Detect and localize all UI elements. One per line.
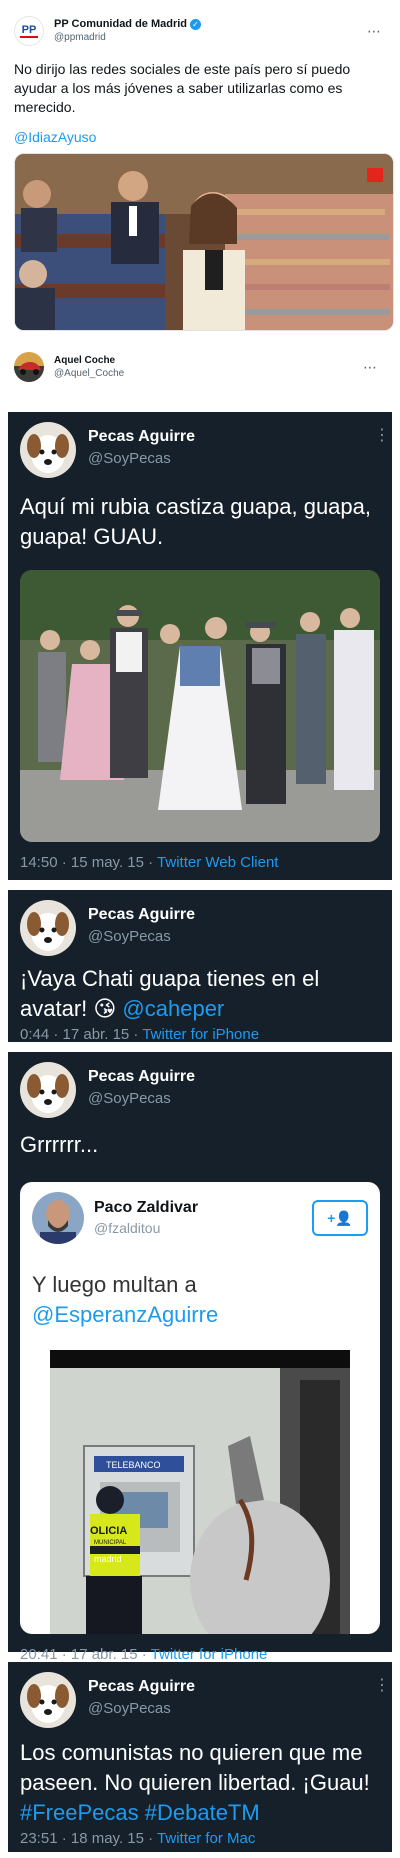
author-name[interactable]: Pecas Aguirre: [88, 1066, 195, 1088]
dog-avatar-image: [20, 1672, 76, 1728]
tweet-client-link[interactable]: Twitter for iPhone: [151, 1646, 268, 1663]
tweet-footer: 0:44 · 17 abr. 15 · Twitter for iPhone: [8, 1026, 392, 1043]
quoted-author-handle[interactable]: @fzalditou: [94, 1218, 198, 1238]
avatar[interactable]: [20, 422, 76, 478]
author-handle[interactable]: @SoyPecas: [88, 448, 195, 470]
crowd-photo: [20, 570, 380, 842]
tweet-footer: 20:41 · 17 abr. 15 · Twitter for iPhone: [8, 1646, 392, 1663]
tweet-timestamp[interactable]: 0:44 · 17 abr. 15 ·: [20, 1026, 142, 1043]
quoted-tweet[interactable]: Paco Zaldivar @fzalditou +👤 Y luego mult…: [20, 1182, 380, 1634]
avatar[interactable]: [20, 1672, 76, 1728]
quoted-tweet-text: Y luego multan a @EsperanzAguirre: [20, 1244, 380, 1330]
author-name-row: PP Comunidad de Madrid ✓: [54, 17, 202, 31]
author-handle[interactable]: @SoyPecas: [88, 1698, 195, 1720]
author-handle[interactable]: @SoyPecas: [88, 926, 195, 948]
tweet-timestamp[interactable]: 23:51 · 18 may. 15 ·: [20, 1830, 157, 1847]
avatar[interactable]: [20, 900, 76, 956]
author-handle[interactable]: @Aquel_Coche: [54, 367, 124, 380]
author-handle[interactable]: @ppmadrid: [54, 31, 201, 45]
top-tweet: PP PP Comunidad de Madrid ✓ @ppmadrid ⋯ …: [0, 0, 400, 331]
quoted-media-photo[interactable]: OLICIA MUNICIPAL madrid TELEBANCO: [50, 1350, 350, 1634]
author-name[interactable]: Pecas Aguirre: [88, 1676, 195, 1698]
tweet-client-link[interactable]: Twitter for iPhone: [142, 1026, 259, 1043]
author-name[interactable]: Aquel Coche: [54, 354, 124, 367]
tweet-media-photo[interactable]: [14, 153, 394, 331]
quoted-text-body: Y luego multan a: [32, 1272, 197, 1297]
dog-avatar-image: [20, 422, 76, 478]
author-name[interactable]: Pecas Aguirre: [88, 904, 195, 926]
avatar[interactable]: [14, 352, 44, 382]
dark-tweet-1: Pecas Aguirre @SoyPecas ⋮ Aquí mi rubia …: [8, 412, 392, 880]
tweet-header: PP PP Comunidad de Madrid ✓ @ppmadrid ⋯: [14, 14, 390, 48]
dog-avatar-image: [20, 900, 76, 956]
avatar[interactable]: [20, 1062, 76, 1118]
police-horse-photo: OLICIA MUNICIPAL madrid TELEBANCO: [50, 1350, 350, 1634]
tweet-timestamp[interactable]: 14:50 · 15 may. 15 ·: [20, 854, 157, 871]
tweet-client-link[interactable]: Twitter for Mac: [157, 1830, 255, 1847]
mention-link[interactable]: @caheper: [122, 996, 224, 1021]
tweet-text: Los comunistas no quieren que me paseen.…: [8, 1738, 392, 1828]
author-handle[interactable]: @SoyPecas: [88, 1088, 195, 1110]
tweet-text: ¡Vaya Chati guapa tienes en el avatar! 😘…: [8, 964, 392, 1024]
follow-button[interactable]: +👤: [312, 1200, 368, 1236]
pp-logo-mark: PP: [21, 23, 37, 36]
quoted-author-name[interactable]: Paco Zaldivar: [94, 1198, 198, 1218]
tweet-timestamp[interactable]: 20:41 · 17 abr. 15 ·: [20, 1646, 151, 1663]
tweet-footer: 23:51 · 18 may. 15 · Twitter for Mac: [8, 1830, 392, 1847]
car-avatar-image: [14, 352, 44, 382]
dark-tweet-2: Pecas Aguirre @SoyPecas ¡Vaya Chati guap…: [8, 890, 392, 1043]
more-options-icon[interactable]: ⋯: [367, 23, 390, 40]
vest-label-police: OLICIA: [90, 1525, 127, 1537]
pp-logo-stripe: [20, 35, 38, 38]
vest-label-madrid: madrid: [94, 1554, 122, 1564]
tweet-text: Grrrrrr...: [20, 1132, 99, 1157]
tweet-text: No dirijo las redes sociales de este paí…: [14, 61, 351, 115]
more-options-icon[interactable]: ⋯: [363, 359, 386, 376]
tweet-text: Aquí mi rubia castiza guapa, guapa, guap…: [20, 494, 372, 549]
author-name[interactable]: Pecas Aguirre: [88, 426, 195, 448]
tweet-client-link[interactable]: Twitter Web Client: [157, 854, 278, 871]
parliament-photo: [15, 154, 393, 330]
hashtag-link[interactable]: #DebateTM: [145, 1800, 260, 1825]
mention-link[interactable]: @IdiazAyuso: [14, 129, 390, 145]
man-avatar-image: [32, 1192, 84, 1244]
author-name[interactable]: PP Comunidad de Madrid: [54, 17, 187, 31]
follow-user-icon: +👤: [327, 1209, 353, 1226]
atm-sign: TELEBANCO: [106, 1460, 161, 1470]
dog-avatar-image: [20, 1062, 76, 1118]
dark-tweet-3: Pecas Aguirre @SoyPecas Grrrrrr... Paco …: [8, 1052, 392, 1663]
reply-header: Aquel Coche @Aquel_Coche ⋯: [14, 352, 386, 382]
more-options-icon[interactable]: ⋮: [374, 1678, 390, 1694]
tweet-media-photo[interactable]: [20, 570, 380, 842]
dark-tweet-4: Pecas Aguirre @SoyPecas ⋮ Los comunistas…: [8, 1662, 392, 1852]
avatar[interactable]: PP: [14, 16, 44, 46]
tweet-text-body: Los comunistas no quieren que me paseen.…: [20, 1740, 370, 1795]
more-options-icon[interactable]: ⋮: [374, 428, 390, 444]
verified-icon: ✓: [190, 18, 202, 30]
hashtag-link[interactable]: #FreePecas: [20, 1800, 139, 1825]
mention-link[interactable]: @EsperanzAguirre: [32, 1302, 218, 1327]
vest-label-municipal: MUNICIPAL: [94, 1540, 127, 1546]
tweet-footer: 14:50 · 15 may. 15 · Twitter Web Client: [8, 854, 392, 871]
avatar[interactable]: [32, 1192, 84, 1244]
